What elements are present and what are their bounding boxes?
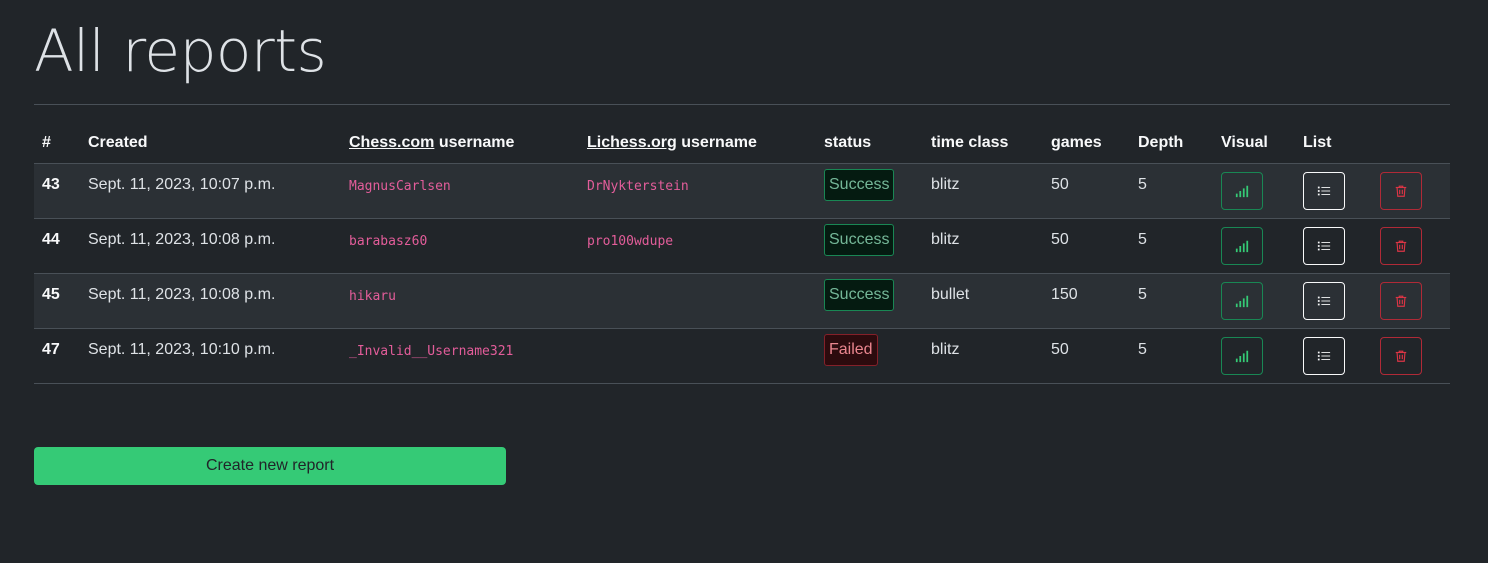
list-button[interactable] (1303, 336, 1345, 375)
row-created: Sept. 11, 2023, 10:10 p.m. (80, 328, 341, 384)
visual-button[interactable] (1221, 281, 1263, 320)
trash-icon (1394, 294, 1408, 308)
chesscom-link[interactable]: Chess.com (349, 134, 434, 151)
list-icon (1317, 184, 1331, 198)
delete-button[interactable] (1380, 171, 1422, 210)
header-lichess-suffix: username (676, 133, 757, 151)
lichess-link[interactable]: Lichess.org (587, 134, 677, 151)
row-lichess-username (579, 273, 816, 329)
table-row: 47 Sept. 11, 2023, 10:10 p.m. _Invalid__… (34, 328, 1450, 384)
row-number: 43 (34, 163, 80, 219)
row-chesscom-username: hikaru (341, 273, 579, 329)
header-actions (1372, 123, 1450, 164)
row-delete-cell (1372, 273, 1450, 329)
row-delete-cell (1372, 163, 1450, 219)
visual-button[interactable] (1221, 171, 1263, 210)
row-games: 50 (1043, 328, 1130, 384)
status-badge: Failed (824, 333, 878, 366)
row-chesscom-username: MagnusCarlsen (341, 163, 579, 219)
row-chesscom-username: _Invalid__Username321 (341, 328, 579, 384)
header-lichess-username: Lichess.org username (579, 123, 816, 164)
delete-button[interactable] (1380, 226, 1422, 265)
row-games: 50 (1043, 218, 1130, 274)
bar-chart-icon (1235, 184, 1249, 198)
row-created: Sept. 11, 2023, 10:08 p.m. (80, 273, 341, 329)
header-status: status (816, 123, 923, 164)
row-depth: 5 (1130, 273, 1213, 329)
header-depth: Depth (1130, 123, 1213, 164)
row-number: 45 (34, 273, 80, 329)
visual-button[interactable] (1221, 336, 1263, 375)
row-depth: 5 (1130, 218, 1213, 274)
table-row: 45 Sept. 11, 2023, 10:08 p.m. hikaru Suc… (34, 273, 1450, 329)
row-games: 150 (1043, 273, 1130, 329)
row-list-cell (1295, 273, 1372, 329)
list-icon (1317, 294, 1331, 308)
status-badge: Success (824, 168, 895, 201)
row-time-class: blitz (923, 328, 1043, 384)
row-status-cell: Success (816, 218, 923, 274)
list-icon (1317, 349, 1331, 363)
row-lichess-username: DrNykterstein (579, 163, 816, 219)
trash-icon (1394, 184, 1408, 198)
create-new-report-button[interactable]: Create new report (34, 447, 506, 485)
row-number: 47 (34, 328, 80, 384)
list-button[interactable] (1303, 226, 1345, 265)
row-list-cell (1295, 218, 1372, 274)
header-number: # (34, 123, 80, 164)
status-badge: Success (824, 278, 895, 311)
status-badge: Success (824, 223, 895, 256)
header-chesscom-username: Chess.com username (341, 123, 579, 164)
header-time-class: time class (923, 123, 1043, 164)
row-number: 44 (34, 218, 80, 274)
row-visual-cell (1213, 273, 1295, 329)
list-button[interactable] (1303, 281, 1345, 320)
row-lichess-username: pro100wdupe (579, 218, 816, 274)
row-time-class: blitz (923, 163, 1043, 219)
reports-table: # Created Chess.com username Lichess.org… (34, 123, 1450, 384)
row-delete-cell (1372, 218, 1450, 274)
row-depth: 5 (1130, 163, 1213, 219)
row-status-cell: Success (816, 273, 923, 329)
header-chesscom-suffix: username (434, 133, 515, 151)
bar-chart-icon (1235, 294, 1249, 308)
header-games: games (1043, 123, 1130, 164)
trash-icon (1394, 349, 1408, 363)
delete-button[interactable] (1380, 336, 1422, 375)
delete-button[interactable] (1380, 281, 1422, 320)
row-depth: 5 (1130, 328, 1213, 384)
table-row: 44 Sept. 11, 2023, 10:08 p.m. barabasz60… (34, 218, 1450, 274)
title-divider (34, 104, 1450, 105)
row-games: 50 (1043, 163, 1130, 219)
row-time-class: bullet (923, 273, 1043, 329)
visual-button[interactable] (1221, 226, 1263, 265)
header-visual: Visual (1213, 123, 1295, 164)
header-created: Created (80, 123, 341, 164)
trash-icon (1394, 239, 1408, 253)
row-lichess-username (579, 328, 816, 384)
bar-chart-icon (1235, 239, 1249, 253)
table-header-row: # Created Chess.com username Lichess.org… (34, 123, 1450, 164)
row-status-cell: Failed (816, 328, 923, 384)
row-status-cell: Success (816, 163, 923, 219)
bar-chart-icon (1235, 349, 1249, 363)
page-title: All reports (34, 17, 327, 85)
row-created: Sept. 11, 2023, 10:08 p.m. (80, 218, 341, 274)
row-list-cell (1295, 163, 1372, 219)
row-time-class: blitz (923, 218, 1043, 274)
row-visual-cell (1213, 218, 1295, 274)
row-delete-cell (1372, 328, 1450, 384)
row-visual-cell (1213, 163, 1295, 219)
row-created: Sept. 11, 2023, 10:07 p.m. (80, 163, 341, 219)
list-icon (1317, 239, 1331, 253)
row-visual-cell (1213, 328, 1295, 384)
header-list: List (1295, 123, 1372, 164)
table-row: 43 Sept. 11, 2023, 10:07 p.m. MagnusCarl… (34, 163, 1450, 219)
row-chesscom-username: barabasz60 (341, 218, 579, 274)
row-list-cell (1295, 328, 1372, 384)
list-button[interactable] (1303, 171, 1345, 210)
